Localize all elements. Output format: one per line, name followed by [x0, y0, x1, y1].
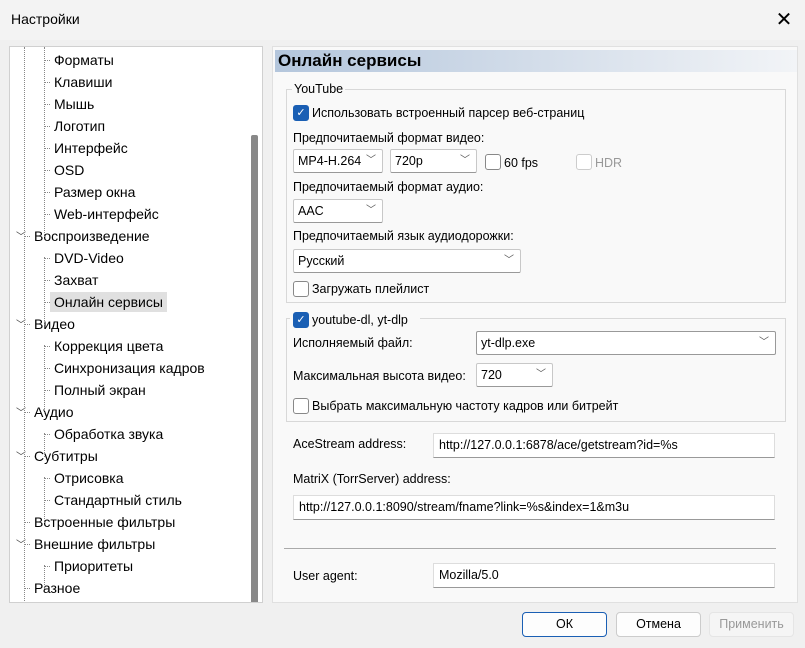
tree-item[interactable]: Аудио — [30, 402, 78, 422]
fps60-label: 60 fps — [504, 156, 539, 170]
max-height-select[interactable]: 720 ﹀ — [476, 363, 553, 387]
chevron-down-icon: ﹀ — [366, 205, 376, 216]
tree-item[interactable]: Встроенные фильтры — [30, 512, 179, 532]
tree-item[interactable]: Воспроизведение — [30, 226, 154, 246]
audio-lang-select[interactable]: Русский ﹀ — [293, 249, 521, 273]
exe-select[interactable]: yt-dlp.exe ﹀ — [476, 331, 776, 355]
youtube-group-label: YouTube — [292, 82, 346, 96]
audio-format-select[interactable]: AAC ﹀ — [293, 199, 383, 223]
hdr-label: HDR — [595, 156, 623, 170]
chevron-down-icon: ﹀ — [366, 155, 376, 166]
tree-item[interactable]: Субтитры — [30, 446, 102, 466]
tree-connector — [44, 345, 45, 413]
cancel-button[interactable]: Отмена — [616, 612, 701, 637]
divider — [284, 548, 776, 549]
user-agent-input[interactable]: Mozilla/5.0 — [433, 563, 775, 588]
tree-item[interactable]: Разное — [30, 578, 84, 598]
settings-tree: Форматы Клавиши Мышь Логотип Интерфейс OSD Раз… — [9, 46, 263, 603]
tree-item[interactable]: Коррекция цвета — [50, 336, 167, 356]
exe-value: yt-dlp.exe — [481, 336, 536, 350]
tree-connector — [44, 433, 45, 457]
tree-scrollbar[interactable] — [251, 135, 258, 602]
max-fps-checkbox[interactable] — [293, 398, 309, 414]
page-title-banner: Онлайн сервисы — [275, 50, 797, 72]
max-height-label: Максимальная высота видео: — [293, 369, 466, 383]
ytdl-checkbox[interactable]: ✓ — [293, 312, 309, 328]
tree-connector — [44, 47, 45, 237]
chevron-down-icon: ﹀ — [536, 369, 546, 380]
tree-item[interactable]: Клавиши — [50, 72, 116, 92]
audio-lang-value: Русский — [298, 254, 345, 268]
video-format-label: Предпочитаемый формат видео: — [293, 131, 485, 145]
ytdl-label: youtube-dl, yt-dlp — [312, 313, 408, 327]
matrix-label: MatriX (TorrServer) address: — [293, 472, 451, 486]
audio-format-label: Предпочитаемый формат аудио: — [293, 180, 484, 194]
tree-item[interactable]: Синхронизация кадров — [50, 358, 209, 378]
acestream-input[interactable]: http://127.0.0.1:6878/ace/getstream?id=%… — [433, 433, 775, 458]
acestream-label: AceStream address: — [293, 437, 407, 451]
page-title: Онлайн сервисы — [278, 51, 422, 70]
window-title: Настройки — [11, 11, 80, 27]
chevron-down-icon: ﹀ — [460, 155, 470, 166]
max-height-value: 720 — [481, 368, 502, 382]
apply-button[interactable]: Применить — [709, 612, 794, 637]
tree-item[interactable]: Видео — [30, 314, 79, 334]
tree-item[interactable]: Стандартный стиль — [50, 490, 186, 510]
use-parser-label: Использовать встроенный парсер веб-стран… — [312, 106, 585, 120]
use-parser-checkbox[interactable]: ✓ — [293, 105, 309, 121]
audio-lang-label: Предпочитаемый язык аудиодорожки: — [293, 229, 514, 243]
title-bar — [0, 0, 805, 40]
tree-item[interactable]: DVD-Video — [50, 248, 128, 268]
tree-item[interactable]: Логотип — [50, 116, 109, 136]
video-format-value: MP4-H.264 — [298, 154, 362, 168]
tree-item[interactable]: Захват — [50, 270, 102, 290]
ok-button[interactable]: ОК — [522, 612, 607, 637]
tree-item[interactable]: Мышь — [50, 94, 98, 114]
fps60-checkbox[interactable] — [485, 154, 501, 170]
close-icon[interactable]: ✕ — [770, 6, 798, 34]
load-playlist-label: Загружать плейлист — [312, 282, 430, 296]
tree-item[interactable]: Web-интерфейс — [50, 204, 163, 224]
video-format-select[interactable]: MP4-H.264 ﹀ — [293, 149, 383, 173]
chevron-down-icon: ﹀ — [504, 255, 514, 266]
tree-item[interactable]: Отрисовка — [50, 468, 128, 488]
tree-item[interactable]: Онлайн сервисы — [50, 292, 167, 312]
tree-item[interactable]: Приоритеты — [50, 556, 137, 576]
tree-item[interactable]: OSD — [50, 160, 88, 180]
tree-item[interactable]: Интерфейс — [50, 138, 132, 158]
hdr-checkbox[interactable] — [576, 154, 592, 170]
tree-item[interactable]: Полный экран — [50, 380, 150, 400]
resolution-value: 720p — [395, 154, 423, 168]
tree-item[interactable]: Внешние фильтры — [30, 534, 159, 554]
tree-connector — [44, 565, 45, 589]
audio-format-value: AAC — [298, 204, 324, 218]
tree-connector — [24, 47, 25, 602]
tree-item[interactable]: Форматы — [50, 50, 118, 70]
tree-connector — [44, 477, 45, 523]
exe-label: Исполняемый файл: — [293, 336, 413, 350]
chevron-down-icon: ﹀ — [759, 337, 769, 348]
user-agent-label: User agent: — [293, 569, 358, 583]
matrix-input[interactable]: http://127.0.0.1:8090/stream/fname?link=… — [293, 495, 775, 520]
resolution-select[interactable]: 720p ﹀ — [390, 149, 477, 173]
load-playlist-checkbox[interactable] — [293, 281, 309, 297]
tree-item[interactable]: Размер окна — [50, 182, 139, 202]
tree-item[interactable]: Обработка звука — [50, 424, 167, 444]
max-fps-label: Выбрать максимальную частоту кадров или … — [312, 399, 619, 413]
tree-connector — [44, 257, 45, 325]
